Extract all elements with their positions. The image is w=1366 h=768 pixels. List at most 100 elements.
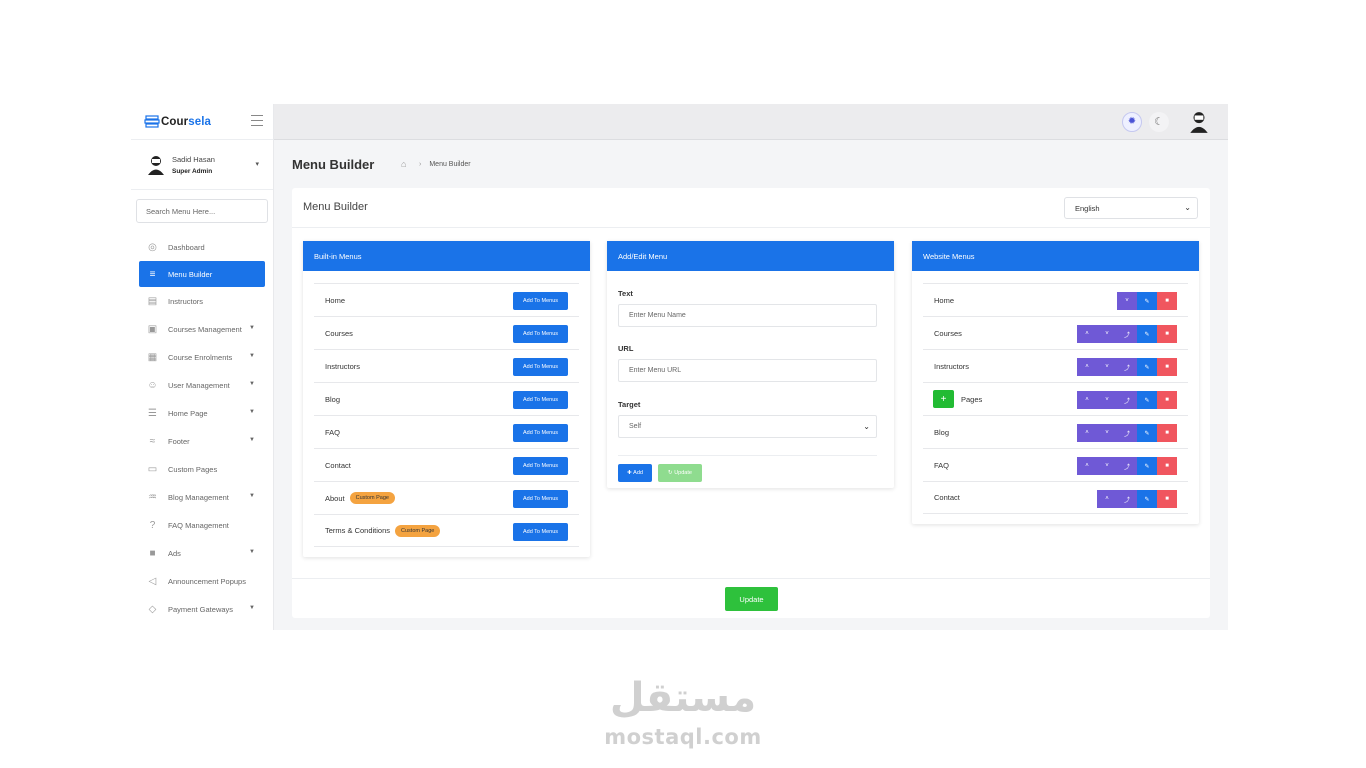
delete-icon[interactable]: ■ <box>1157 325 1177 343</box>
profile-avatar[interactable] <box>1188 110 1210 134</box>
add-to-menus-button[interactable]: Add To Menus <box>513 523 568 541</box>
builtin-menu-row: About Custom Page Add To Menus <box>314 481 579 514</box>
user-role: Super Admin <box>172 167 213 175</box>
sidebar-item[interactable]: ■ Ads ▼ <box>131 539 273 567</box>
edit-icon[interactable]: ✎ <box>1137 457 1157 475</box>
builtin-menus-list: Home Add To Menus Courses Add To Menus Instr… <box>303 271 590 557</box>
website-menu-label: Contact <box>934 493 960 502</box>
user-panel[interactable]: Sadid Hasan Super Admin ▾ <box>131 140 273 190</box>
update-button[interactable]: Update <box>725 587 778 611</box>
sidebar-item[interactable]: ▣ Courses Management ▼ <box>131 315 273 343</box>
edit-icon[interactable]: ✎ <box>1137 490 1157 508</box>
add-to-menus-button[interactable]: Add To Menus <box>513 358 568 376</box>
builtin-menu-label: Courses <box>325 328 353 338</box>
language-select[interactable]: English ⌄ <box>1064 197 1198 219</box>
sidebar-search-input[interactable]: Search Menu Here... <box>136 199 268 223</box>
edit-icon[interactable]: ✎ <box>1137 424 1157 442</box>
delete-icon[interactable]: ■ <box>1157 391 1177 409</box>
add-button[interactable]: ✚ Add <box>618 464 652 482</box>
outdent-icon[interactable]: ⤴ <box>1117 358 1137 376</box>
move-up-icon[interactable]: ˄ <box>1077 391 1097 409</box>
edit-icon[interactable]: ✎ <box>1137 325 1157 343</box>
builtin-menu-row: Instructors Add To Menus <box>314 349 579 382</box>
dark-mode-icon[interactable]: ☾ <box>1149 112 1169 132</box>
delete-icon[interactable]: ■ <box>1157 358 1177 376</box>
page-icon: ▭ <box>147 463 158 475</box>
sidebar-item[interactable]: ≈ Footer ▼ <box>131 427 273 455</box>
sidebar: Coursela Sadid Hasan Super Admin ▾ Searc… <box>131 104 274 630</box>
website-menu-row: FAQ ˄ ˅ ⤴ ✎ ■ <box>923 448 1188 481</box>
move-up-icon[interactable]: ˄ <box>1077 325 1097 343</box>
website-menus-panel: Website Menus Home ˅ ✎ ■ Courses ˄ ˅ ⤴ ✎ ■ Instruc… <box>912 241 1199 524</box>
sidebar-item-label: Menu Builder <box>168 269 213 279</box>
watermark: مستقل mostaql.com <box>598 672 768 752</box>
light-mode-icon[interactable]: ✹ <box>1122 112 1142 132</box>
outdent-icon[interactable]: ⤴ <box>1117 490 1137 508</box>
move-up-icon[interactable]: ˄ <box>1077 424 1097 442</box>
sidebar-item-label: Instructors <box>168 296 204 306</box>
form-update-button[interactable]: ↻ Update <box>658 464 702 482</box>
move-down-icon[interactable]: ˅ <box>1097 358 1117 376</box>
edit-icon[interactable]: ✎ <box>1137 391 1157 409</box>
caret-down-icon[interactable]: ▾ <box>255 160 259 168</box>
add-submenu-button[interactable]: + <box>933 390 954 408</box>
add-to-menus-button[interactable]: Add To Menus <box>513 490 568 508</box>
move-down-icon[interactable]: ˅ <box>1097 391 1117 409</box>
sidebar-item[interactable]: ▤ Instructors <box>131 287 273 315</box>
delete-icon[interactable]: ■ <box>1157 457 1177 475</box>
watermark-arabic: مستقل <box>609 675 757 721</box>
outdent-icon[interactable]: ⤴ <box>1117 391 1137 409</box>
add-to-menus-button[interactable]: Add To Menus <box>513 457 568 475</box>
caret-down-icon: ▼ <box>249 325 255 331</box>
add-to-menus-button[interactable]: Add To Menus <box>513 391 568 409</box>
delete-icon[interactable]: ■ <box>1157 424 1177 442</box>
move-down-icon[interactable]: ˅ <box>1097 325 1117 343</box>
add-to-menus-button[interactable]: Add To Menus <box>513 424 568 442</box>
move-down-icon[interactable]: ˅ <box>1097 457 1117 475</box>
sidebar-item[interactable]: ◇ Payment Gateways ▼ <box>131 595 273 623</box>
builtin-menus-panel: Built-in Menus Home Add To Menus Courses Ad… <box>303 241 590 557</box>
delete-icon[interactable]: ■ <box>1157 292 1177 310</box>
outdent-icon[interactable]: ⤴ <box>1117 424 1137 442</box>
sidebar-item-label: Courses Management <box>168 324 242 334</box>
sidebar-item[interactable]: ▭ Custom Pages <box>131 455 273 483</box>
sidebar-item[interactable]: ◎ Dashboard <box>131 233 273 261</box>
builtin-menu-row: Courses Add To Menus <box>314 316 579 349</box>
builtin-menu-label: Home <box>325 295 346 305</box>
sidebar-item[interactable]: ≡ Menu Builder <box>139 261 265 287</box>
add-to-menus-button[interactable]: Add To Menus <box>513 292 568 310</box>
language-value: English <box>1075 203 1100 213</box>
move-up-icon[interactable]: ˄ <box>1077 358 1097 376</box>
sidebar-item[interactable]: ☰ Home Page ▼ <box>131 399 273 427</box>
enrolments-icon: ▦ <box>147 351 158 363</box>
edit-icon[interactable]: ✎ <box>1137 292 1157 310</box>
sidebar-item[interactable]: ? FAQ Management <box>131 511 273 539</box>
builtin-menu-row: Blog Add To Menus <box>314 382 579 415</box>
builtin-menu-label: Instructors <box>325 361 361 371</box>
move-up-icon[interactable]: ˄ <box>1097 490 1117 508</box>
home-icon[interactable]: ⌂ <box>401 160 410 169</box>
sidebar-item[interactable]: ☺ User Management ▼ <box>131 371 273 399</box>
target-select[interactable]: Self ⌄ <box>618 415 877 438</box>
move-up-icon[interactable]: ˄ <box>1077 457 1097 475</box>
outdent-icon[interactable]: ⤴ <box>1117 457 1137 475</box>
outdent-icon[interactable]: ⤴ <box>1117 325 1137 343</box>
menu-row-controls: ˄ ˅ ⤴ ✎ ■ <box>1077 325 1177 343</box>
sidebar-item[interactable]: ▦ Course Enrolments ▼ <box>131 343 273 371</box>
delete-icon[interactable]: ■ <box>1157 490 1177 508</box>
menu-row-controls: ˄ ˅ ⤴ ✎ ■ <box>1077 391 1177 409</box>
edit-icon[interactable]: ✎ <box>1137 358 1157 376</box>
move-down-icon[interactable]: ˅ <box>1097 424 1117 442</box>
builtin-menu-label: About <box>325 493 345 503</box>
menu-name-input[interactable]: Enter Menu Name <box>618 304 877 327</box>
user-name: Sadid Hasan <box>172 154 215 164</box>
website-menu-label: Blog <box>934 427 950 437</box>
add-to-menus-button[interactable]: Add To Menus <box>513 325 568 343</box>
watermark-latin: mostaql.com <box>604 725 762 749</box>
sidebar-item[interactable]: ◁ Announcement Popups <box>131 567 273 595</box>
menu-url-input[interactable]: Enter Menu URL <box>618 359 877 382</box>
hamburger-icon[interactable] <box>251 115 263 126</box>
blog-icon: ♒ <box>148 491 157 503</box>
sidebar-item[interactable]: ♒ Blog Management ▼ <box>131 483 273 511</box>
move-down-icon[interactable]: ˅ <box>1117 292 1137 310</box>
